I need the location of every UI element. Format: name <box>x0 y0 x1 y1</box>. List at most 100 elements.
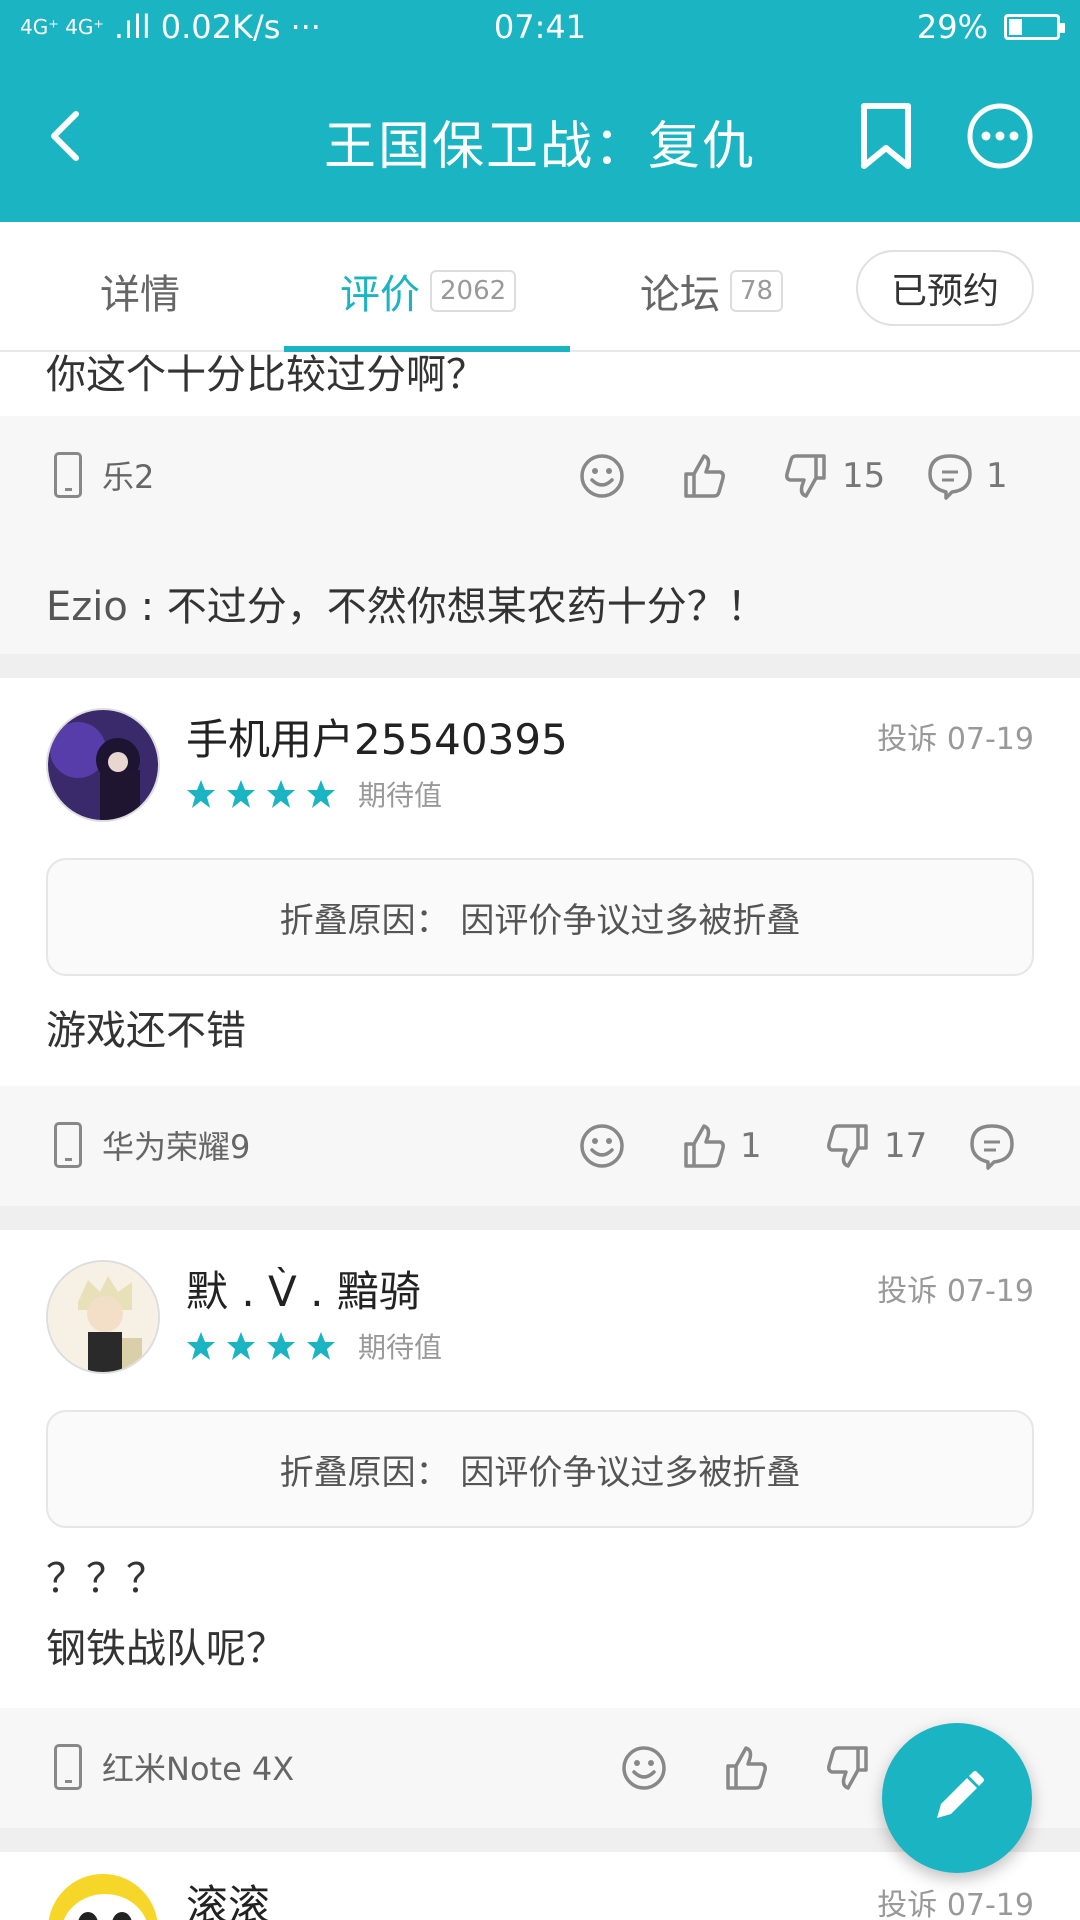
like-button[interactable] <box>680 452 728 500</box>
dislike-button[interactable]: 17 <box>824 1122 927 1170</box>
report-link[interactable]: 投诉 <box>877 1274 937 1309</box>
tab-count: 78 <box>730 270 784 312</box>
thumbs-up-icon <box>726 1746 767 1790</box>
rating-stars: 期待值 <box>186 774 442 814</box>
emoji-button[interactable] <box>578 1122 626 1170</box>
bookmark-icon <box>861 103 911 169</box>
reply-separator: : <box>127 584 167 630</box>
dislike-button[interactable] <box>824 1744 872 1792</box>
phone-icon <box>54 1744 82 1790</box>
dislike-count: 17 <box>884 1126 928 1166</box>
comment-button[interactable]: 1 <box>926 452 1008 500</box>
thumbs-down-icon <box>785 454 826 498</box>
emoji-button[interactable] <box>578 452 626 500</box>
thumbs-down-icon <box>827 1124 868 1168</box>
review-line: 游戏还不错 <box>46 1008 246 1054</box>
username[interactable]: 默 . V̀ . 黯骑 <box>186 1258 421 1319</box>
fold-notice[interactable]: 折叠原因： 因评价争议过多被折叠 <box>46 1410 1034 1528</box>
like-count: 1 <box>740 1126 762 1166</box>
avatar[interactable] <box>46 708 160 822</box>
device-info: 华为荣耀9 <box>54 1122 250 1168</box>
report-link[interactable]: 投诉 <box>877 722 937 757</box>
avatar[interactable] <box>46 1872 160 1920</box>
reserved-button[interactable]: 已预约 <box>856 250 1034 326</box>
more-button[interactable] <box>966 102 1034 170</box>
tab-label: 详情 <box>100 272 180 318</box>
divider <box>0 654 1080 678</box>
smiley-icon <box>622 1746 666 1790</box>
like-button[interactable]: 1 <box>680 1122 762 1170</box>
review-action-bar: 华为荣耀9 1 17 <box>0 1086 1080 1206</box>
tab-bar: 详情 评价 2062 论坛 78 已预约 <box>0 222 1080 352</box>
review-line: 钢铁战队呢？ <box>46 1626 286 1672</box>
battery-icon <box>1004 14 1065 40</box>
review-date: 07-19 <box>946 1888 1034 1920</box>
phone-icon <box>54 452 82 498</box>
review-date: 07-19 <box>946 1274 1034 1309</box>
thumbs-down-icon <box>827 1746 868 1790</box>
avatar[interactable] <box>46 1260 160 1374</box>
rating-label: 期待值 <box>358 779 443 812</box>
review-text-partial: 你这个十分比较过分啊？ <box>46 352 486 398</box>
bookmark-button[interactable] <box>856 102 916 172</box>
battery-percent: 29% <box>916 8 988 46</box>
like-button[interactable] <box>722 1744 770 1792</box>
rating-label: 期待值 <box>358 1331 443 1364</box>
avatar-image <box>48 710 158 820</box>
report-link[interactable]: 投诉 <box>877 1888 937 1920</box>
app-bar: 王国保卫战：复仇 <box>0 56 1080 222</box>
device-info: 乐2 <box>54 452 154 498</box>
review-card: 手机用户25540395 投诉 07-19 期待值 折叠原因： 因评价争议过多被… <box>0 678 1080 1086</box>
page-title: 王国保卫战：复仇 <box>323 117 756 177</box>
device-name: 乐2 <box>102 458 155 496</box>
reply-author: Ezio <box>46 584 128 630</box>
write-review-button[interactable] <box>882 1723 1032 1873</box>
tab-label: 论坛 <box>640 272 720 318</box>
device-info: 红米Note 4X <box>54 1744 294 1790</box>
more-icon <box>967 103 1033 169</box>
star-icon <box>307 1332 335 1360</box>
comment-icon <box>970 1124 1014 1170</box>
comment-count: 1 <box>986 456 1008 496</box>
review-meta: 投诉 07-19 <box>877 1266 1034 1310</box>
tab-forum[interactable]: 论坛 78 <box>640 262 784 320</box>
reply-item[interactable]: Ezio : 不过分，不然你想某农药十分？！ <box>0 536 1080 664</box>
review-date: 07-19 <box>946 722 1034 757</box>
tab-details[interactable]: 详情 <box>100 262 180 320</box>
star-icon <box>227 1332 255 1360</box>
tab-reviews[interactable]: 评价 2062 <box>340 262 517 320</box>
star-icon <box>227 780 255 808</box>
star-icon <box>187 780 215 808</box>
emoji-button[interactable] <box>620 1744 668 1792</box>
thumbs-up-icon <box>684 1124 725 1168</box>
dislike-count: 15 <box>842 456 886 496</box>
reply-text: Ezio : 不过分，不然你想某农药十分？！ <box>46 574 767 632</box>
review-meta: 投诉 07-19 <box>877 714 1034 758</box>
divider <box>0 1206 1080 1230</box>
comment-icon <box>928 454 972 500</box>
comment-button[interactable] <box>968 1122 1016 1170</box>
review-card: 默 . V̀ . 黯骑 投诉 07-19 期待值 折叠原因： 因评价争议过多被折… <box>0 1230 1080 1672</box>
username[interactable]: 滚滚 <box>186 1872 270 1920</box>
device-name: 华为荣耀9 <box>102 1128 251 1166</box>
review-list[interactable]: 你这个十分比较过分啊？ 乐2 15 1 Ezio : 不过分，不然你想某农药十分… <box>0 352 1080 1920</box>
device-name: 红米Note 4X <box>102 1750 295 1788</box>
dislike-button[interactable]: 15 <box>782 452 885 500</box>
star-icon <box>267 780 295 808</box>
fold-notice[interactable]: 折叠原因： 因评价争议过多被折叠 <box>46 858 1034 976</box>
avatar-image <box>48 1262 158 1372</box>
star-icon <box>267 1332 295 1360</box>
review-action-bar: 乐2 15 1 <box>0 416 1080 536</box>
thumbs-up-icon <box>684 454 725 498</box>
review-line: ？？？ <box>46 1556 166 1602</box>
phone-icon <box>54 1122 82 1168</box>
star-icon <box>307 780 335 808</box>
star-icon <box>187 1332 215 1360</box>
rating-stars: 期待值 <box>186 1326 442 1366</box>
tab-label: 评价 <box>340 272 420 318</box>
username[interactable]: 手机用户25540395 <box>186 706 568 767</box>
status-bar: 4G⁺ 4G⁺ .ıll 0.02K/s ··· 07:41 29% <box>0 0 1080 56</box>
pencil-icon <box>937 1771 984 1818</box>
smiley-icon <box>580 1124 624 1168</box>
review-body: ？？？ 钢铁战队呢？ <box>46 1544 286 1684</box>
